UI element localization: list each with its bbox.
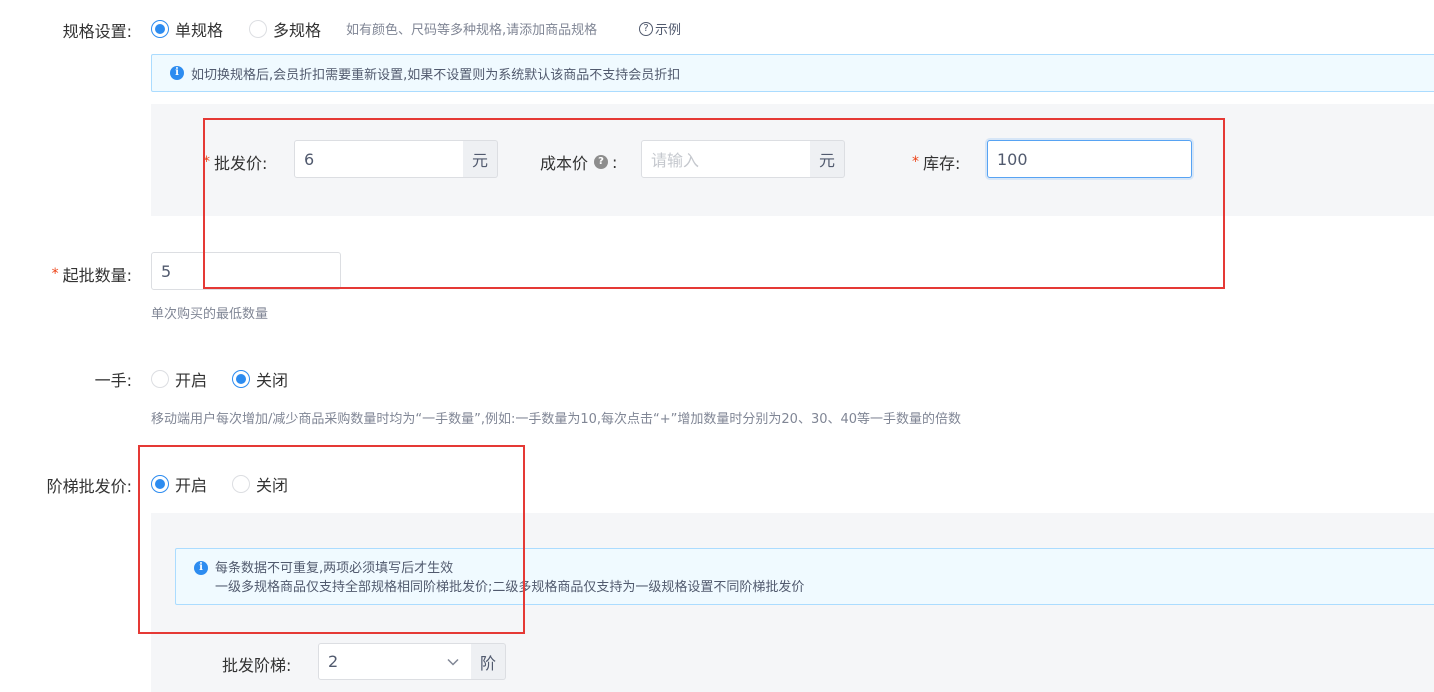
one-hand-on-label: 开启 — [175, 371, 208, 390]
chevron-down-icon — [447, 658, 459, 666]
tiers-unit: 阶 — [471, 643, 506, 680]
tiers-select[interactable]: 2 — [318, 643, 472, 680]
info-icon: i — [170, 66, 184, 80]
question-circle-icon: ? — [639, 21, 653, 36]
min-qty-label: * 起批数量: — [40, 262, 132, 286]
spec-hint: 如有颜色、尺码等多种规格,请添加商品规格 — [346, 23, 598, 38]
tier-price-label: 阶梯批发价: — [46, 477, 132, 496]
one-hand-on-radio[interactable]: 开启 — [151, 367, 207, 391]
spec-single-radio[interactable]: 单规格 — [151, 17, 223, 41]
radio-checked-icon — [151, 20, 169, 38]
tiers-label: 批发阶梯: — [222, 656, 292, 675]
radio-unchecked-icon — [249, 20, 267, 38]
spec-label: 规格设置: — [62, 22, 132, 41]
spec-alert: i 如切换规格后,会员折扣需要重新设置,如果不设置则为系统默认该商品不支持会员折… — [151, 54, 1434, 92]
tiers-select-value: 2 — [328, 652, 339, 671]
annotation-box-tier — [138, 445, 525, 634]
one-hand-off-label: 关闭 — [256, 371, 289, 390]
one-hand-label: 一手: — [94, 371, 132, 390]
one-hand-off-radio[interactable]: 关闭 — [232, 367, 288, 391]
spec-example-link[interactable]: ? 示例 — [639, 19, 681, 38]
required-asterisk: * — [51, 266, 59, 282]
min-qty-hint: 单次购买的最低数量 — [151, 307, 269, 322]
annotation-box-price — [203, 118, 1225, 289]
spec-multi-label: 多规格 — [273, 21, 322, 40]
spec-single-label: 单规格 — [175, 21, 224, 40]
min-qty-label-text: 起批数量: — [62, 266, 132, 285]
radio-checked-icon — [232, 370, 250, 388]
spec-example-text: 示例 — [655, 23, 682, 38]
spec-multi-radio[interactable]: 多规格 — [249, 17, 321, 41]
spec-alert-text: 如切换规格后,会员折扣需要重新设置,如果不设置则为系统默认该商品不支持会员折扣 — [191, 67, 681, 83]
radio-unchecked-icon — [151, 370, 169, 388]
one-hand-hint: 移动端用户每次增加/减少商品采购数量时均为“一手数量”,例如:一手数量为10,每… — [151, 412, 962, 427]
